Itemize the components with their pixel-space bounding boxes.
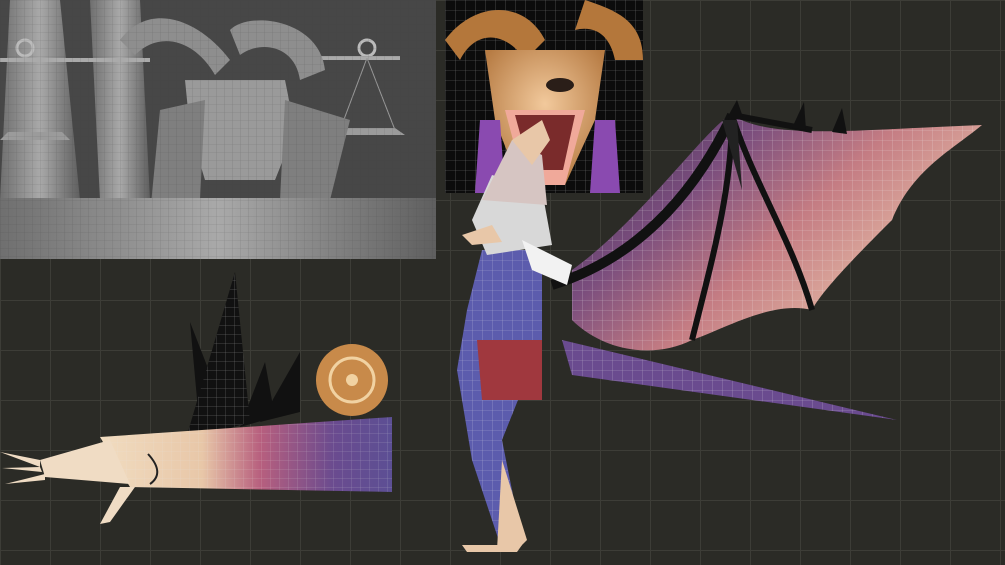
- full-body-wireframe-panel: [392, 80, 1005, 565]
- body-render: [457, 100, 982, 552]
- arm-wireframe-panel: [0, 262, 392, 562]
- sculpt-render-panel: [0, 0, 436, 259]
- arm-render: [0, 272, 392, 524]
- sculpt-render: [0, 0, 436, 259]
